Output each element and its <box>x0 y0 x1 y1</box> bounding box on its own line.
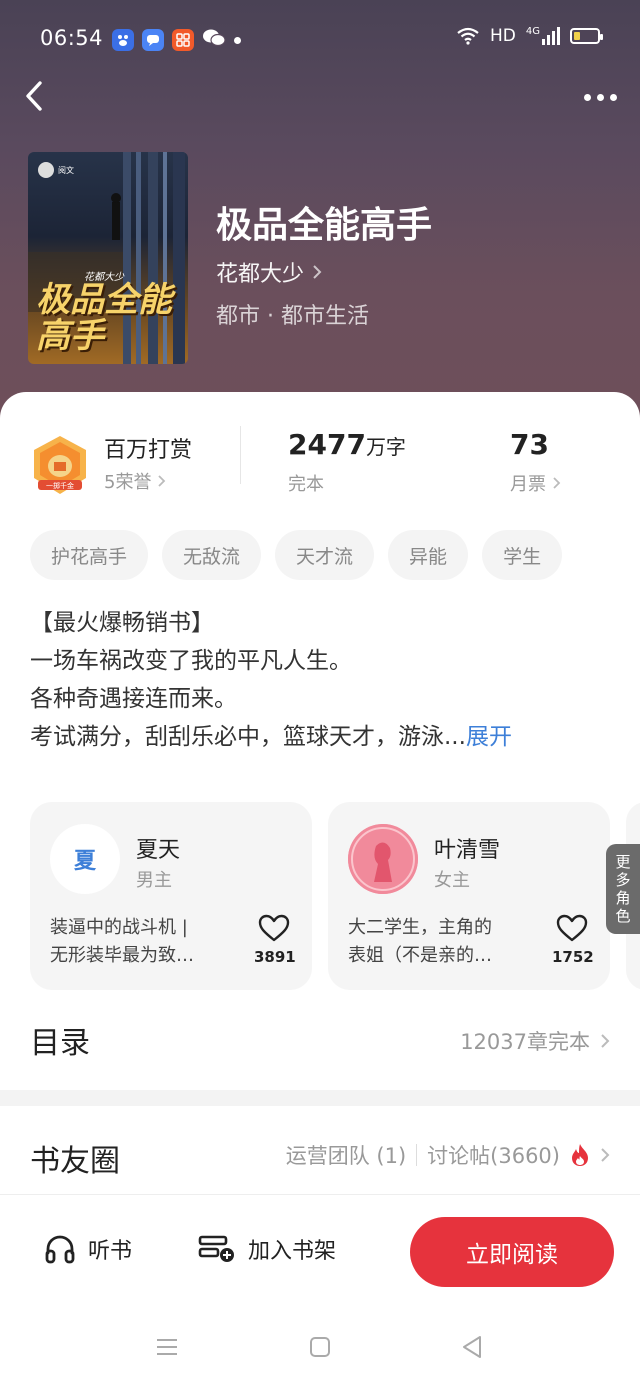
notification-icons <box>112 28 241 52</box>
status-time: 06:54 <box>40 26 104 50</box>
listen-label: 听书 <box>88 1239 133 1264</box>
network-label: HD <box>490 26 516 46</box>
reader-circle-title: 书友圈 <box>30 1144 120 1179</box>
more-characters-button[interactable]: 更多角色 <box>606 844 640 934</box>
bottom-action-bar: 听书 加入书架 立即阅读 <box>0 1194 640 1306</box>
character-list: 夏 夏天 男主 装逼中的战斗机 | 无形装毕最为致… 3891 叶清雪 女主 大… <box>30 802 640 992</box>
cover-title: 极品全能高手 <box>36 280 172 356</box>
catalog-title: 目录 <box>30 1026 90 1061</box>
monthly-ticket-label: 月票 <box>510 474 546 495</box>
heart-icon <box>258 914 290 942</box>
like-count: 3891 <box>254 948 296 966</box>
book-cover[interactable]: 阅文 花都大少 极品全能高手 <box>28 152 188 364</box>
intro-line: 一场车祸改变了我的平凡人生。 <box>30 648 352 674</box>
headphones-icon <box>45 1235 75 1264</box>
honor-count: 5荣誉 <box>104 472 152 493</box>
monthly-ticket-count: 73 <box>510 428 549 461</box>
character-description: 大二学生，主角的 表姐（不是亲的… <box>348 917 492 966</box>
book-genre: 都市 · 都市生活 <box>216 304 369 329</box>
chevron-right-icon <box>158 475 166 487</box>
catalog-row[interactable]: 目录 12037章完本 <box>0 1012 640 1072</box>
system-status: HD 4G <box>456 26 603 46</box>
more-dots-icon <box>583 93 591 101</box>
section-divider <box>0 1090 640 1106</box>
book-title: 极品全能高手 <box>216 205 433 246</box>
chevron-right-icon <box>553 477 561 489</box>
author-name: 花都大少 <box>216 262 305 287</box>
like-button[interactable]: 1752 <box>552 914 594 966</box>
listen-button[interactable]: 听书 <box>44 1233 132 1265</box>
tag-chip[interactable]: 天才流 <box>275 530 375 580</box>
app-grid-icon <box>172 29 194 51</box>
monthly-ticket-link[interactable]: 月票 <box>510 470 561 496</box>
avatar: 夏 <box>50 824 120 894</box>
tag-chip[interactable]: 无敌流 <box>162 530 262 580</box>
character-name: 夏天 <box>136 838 181 863</box>
recent-apps-button[interactable] <box>147 1332 187 1362</box>
character-card[interactable]: 叶清雪 女主 大二学生，主角的 表姐（不是亲的… 1752 <box>328 802 610 990</box>
reader-circle-row[interactable]: 书友圈 运营团队 (1) 讨论帖(3660) <box>0 1106 640 1194</box>
chat-bubble-icon <box>142 29 164 51</box>
back-nav-button[interactable] <box>452 1332 492 1362</box>
tag-chip[interactable]: 学生 <box>482 530 563 580</box>
add-to-shelf-label: 加入书架 <box>248 1239 337 1264</box>
publisher-logo: 阅文 <box>38 162 74 178</box>
baidu-icon <box>112 29 134 51</box>
system-navigation-bar <box>0 1306 640 1386</box>
tag-chip[interactable]: 护花高手 <box>30 530 149 580</box>
female-silhouette-icon <box>348 824 418 894</box>
book-intro[interactable]: 【最火爆畅销书】 一场车祸改变了我的平凡人生。 各种奇遇接连而来。 考试满分，刮… <box>30 604 620 756</box>
chevron-right-icon <box>601 1034 610 1048</box>
character-name: 叶清雪 <box>434 838 501 863</box>
intro-line: 【最火爆畅销书】 <box>30 610 214 636</box>
svg-text:一掷千金: 一掷千金 <box>46 481 74 490</box>
menu-icon <box>157 1339 177 1355</box>
intro-line: 考试满分，刮刮乐必中，篮球天才，游泳...展开 <box>30 724 512 750</box>
reader-circle-info: 运营团队 (1) 讨论帖(3660) <box>286 1140 610 1170</box>
character-description: 装逼中的战斗机 | 无形装毕最为致… <box>50 917 194 966</box>
completion-status: 完本 <box>288 474 324 495</box>
chevron-right-icon <box>313 265 322 279</box>
discussion-posts: 讨论帖(3660) <box>427 1144 560 1168</box>
tag-list: 护花高手 无敌流 天才流 异能 学生 <box>30 530 563 580</box>
expand-link[interactable]: 展开 <box>466 724 512 750</box>
catalog-info: 12037章完本 <box>460 1026 610 1056</box>
word-count: 2477万字 <box>288 428 406 461</box>
honor-badge-icon[interactable]: 一掷千金 <box>30 434 90 496</box>
add-bookshelf-icon <box>198 1235 234 1262</box>
wifi-icon <box>457 27 479 45</box>
character-role: 女主 <box>434 870 470 891</box>
add-to-shelf-button[interactable]: 加入书架 <box>198 1233 336 1265</box>
notification-dot <box>234 36 241 44</box>
home-button[interactable] <box>300 1332 340 1362</box>
signal-icon: 4G <box>526 27 560 45</box>
chevron-left-icon <box>26 81 42 111</box>
back-button[interactable] <box>14 76 54 116</box>
read-now-button[interactable]: 立即阅读 <box>410 1217 614 1287</box>
chevron-right-icon <box>601 1148 610 1162</box>
fire-icon <box>572 1144 588 1166</box>
like-count: 1752 <box>552 948 594 966</box>
more-options-button[interactable] <box>578 82 622 112</box>
honor-title[interactable]: 百万打赏 <box>104 432 192 464</box>
divider <box>240 426 241 484</box>
honor-count-link[interactable]: 5荣誉 <box>104 468 166 494</box>
avatar <box>348 824 418 894</box>
character-card[interactable]: 夏 夏天 男主 装逼中的战斗机 | 无形装毕最为致… 3891 <box>30 802 312 990</box>
tag-chip[interactable]: 异能 <box>388 530 469 580</box>
book-detail-sheet: 一掷千金 百万打赏 5荣誉 2477万字 完本 73 月票 护花高手 无敌流 天… <box>0 392 640 1092</box>
author-link[interactable]: 花都大少 <box>216 256 322 288</box>
wechat-icon <box>202 28 226 52</box>
operation-team: 运营团队 (1) <box>285 1144 407 1168</box>
like-button[interactable]: 3891 <box>254 914 296 966</box>
battery-icon <box>570 28 603 44</box>
intro-line: 各种奇遇接连而来。 <box>30 686 237 712</box>
stats-row: 一掷千金 百万打赏 5荣誉 2477万字 完本 73 月票 <box>0 416 640 506</box>
triangle-back-icon <box>463 1336 481 1358</box>
square-icon <box>310 1337 330 1357</box>
character-role: 男主 <box>136 870 172 891</box>
heart-icon <box>556 914 588 942</box>
status-bar: 06:54 HD 4G <box>0 0 640 80</box>
book-header: 06:54 HD 4G 阅文 花都大少 极品全能高手 极品全能高手 花都大少 都… <box>0 0 640 420</box>
